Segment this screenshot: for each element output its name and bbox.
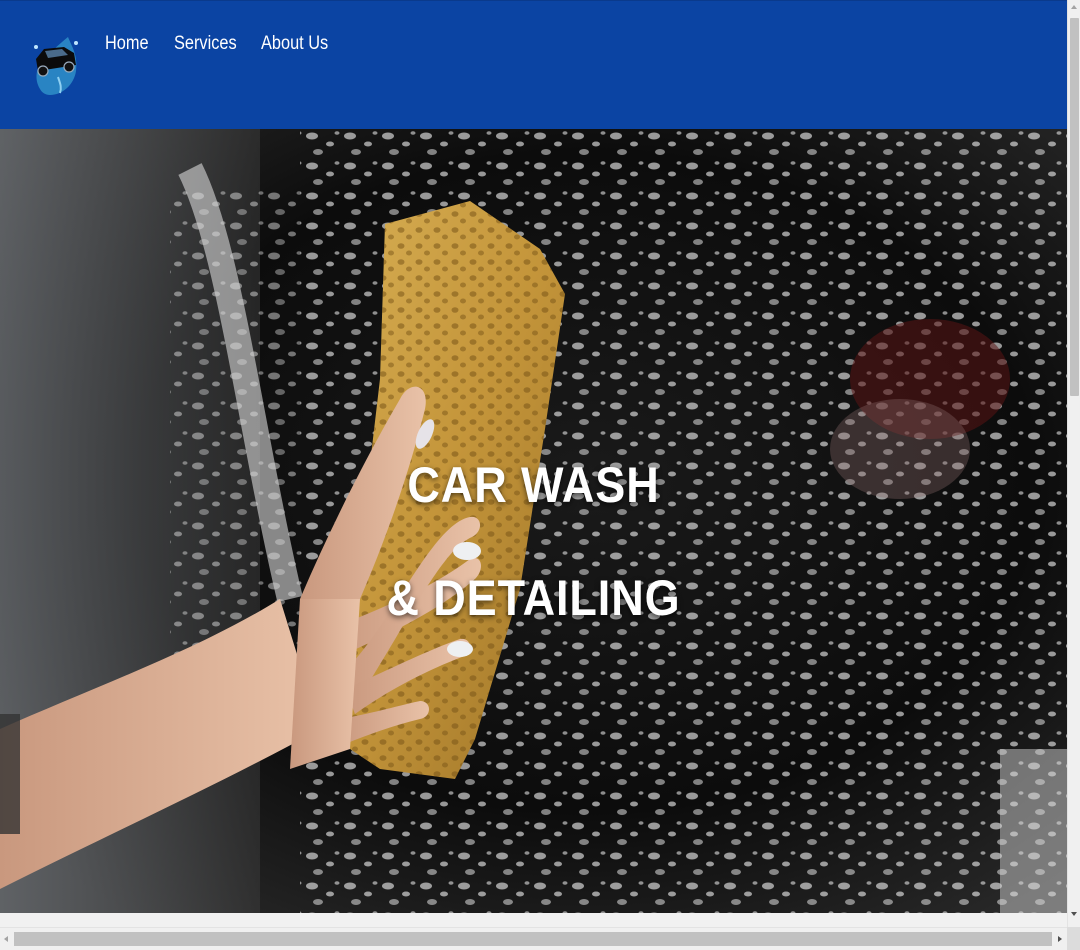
horizontal-scroll-thumb[interactable] — [14, 932, 1052, 946]
scroll-right-arrow-icon[interactable] — [1058, 936, 1062, 942]
nav-about-us-link[interactable]: About Us — [261, 33, 328, 55]
nav-services-link[interactable]: Services — [174, 33, 237, 55]
vertical-scroll-thumb[interactable] — [1070, 18, 1079, 396]
main-nav: Home Services About Us — [105, 33, 328, 55]
hero-banner: CAR WASH & DETAILING — [0, 129, 1067, 913]
car-wash-logo-icon[interactable] — [28, 31, 82, 101]
content-below-hero — [0, 913, 1067, 927]
scroll-down-arrow-icon[interactable] — [1071, 912, 1077, 916]
navbar: Home Services About Us — [0, 0, 1067, 129]
horizontal-scrollbar[interactable] — [0, 927, 1067, 950]
nav-home-link[interactable]: Home — [105, 33, 149, 55]
page-viewport: Home Services About Us CAR WASH & DETAIL… — [0, 0, 1067, 927]
vertical-scrollbar[interactable] — [1067, 0, 1080, 927]
hero-heading: CAR WASH & DETAILING — [0, 129, 1067, 913]
hero-title-line1: CAR WASH — [407, 457, 660, 513]
hero-title-line2: & DETAILING — [386, 570, 681, 626]
scrollbar-corner — [1067, 927, 1080, 950]
scroll-left-arrow-icon[interactable] — [4, 936, 8, 942]
scroll-up-arrow-icon[interactable] — [1071, 5, 1077, 9]
